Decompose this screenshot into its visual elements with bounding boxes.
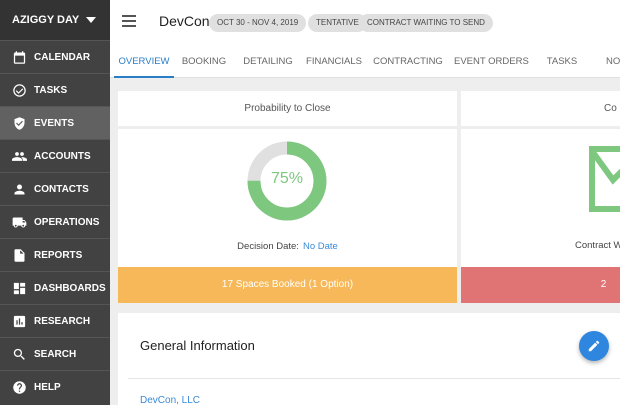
calendar-icon: [12, 50, 27, 65]
sidebar-item-label: DASHBOARDS: [34, 282, 106, 294]
decision-date-row: Decision Date: No Date: [118, 241, 457, 252]
decision-date-label: Decision Date:: [237, 241, 299, 252]
sidebar-item-help[interactable]: HELP: [0, 370, 110, 403]
tab-booking[interactable]: BOOKING: [176, 45, 232, 78]
caret-down-icon: [86, 17, 96, 23]
search-icon: [12, 347, 27, 362]
probability-percent: 75%: [270, 170, 304, 187]
sidebar-item-accounts[interactable]: ACCOUNTS: [0, 139, 110, 172]
general-info-card: [118, 313, 620, 405]
contract-title: Co: [604, 103, 617, 114]
divider: [128, 378, 620, 379]
sidebar-item-reports[interactable]: REPORTS: [0, 238, 110, 271]
tab-overview[interactable]: OVERVIEW: [114, 45, 174, 78]
tab-financials[interactable]: FINANCIALS: [303, 45, 365, 78]
help-icon: [12, 380, 27, 395]
people-icon: [12, 149, 27, 164]
tab-event-orders[interactable]: EVENT ORDERS: [454, 45, 529, 78]
general-info-title: General Information: [140, 338, 255, 353]
envelope-icon: [589, 146, 620, 212]
sidebar-item-label: REPORTS: [34, 249, 83, 261]
sidebar-item-label: HELP: [34, 381, 61, 393]
sidebar-item-label: RESEARCH: [34, 315, 91, 327]
date-range-chip: OCT 30 - NOV 4, 2019: [209, 14, 307, 32]
tasks-banner[interactable]: 2 Tasks: [461, 267, 620, 326]
tab-bar: OVERVIEW BOOKING DETAILING FINANCIALS CO…: [110, 45, 620, 78]
spaces-booked-banner[interactable]: 17 Spaces Booked (1 Option): [118, 267, 457, 303]
sidebar-item-label: OPERATIONS: [34, 216, 100, 228]
sidebar-item-events[interactable]: EVENTS: [0, 106, 110, 139]
tab-contracting[interactable]: CONTRACTING: [372, 45, 444, 78]
page-title: DevCon: [159, 13, 210, 29]
decision-date-link[interactable]: No Date: [303, 241, 338, 252]
shield-icon: [12, 116, 27, 131]
status-chip[interactable]: TENTATIVE: [308, 14, 367, 32]
contract-label: Contract W: [575, 240, 620, 251]
sidebar-item-label: TASKS: [34, 84, 68, 96]
tab-detailing[interactable]: DETAILING: [238, 45, 298, 78]
workspace-name: AZIGGY DAY: [12, 14, 80, 26]
check-circle-icon: [12, 83, 27, 98]
sidebar-item-label: SEARCH: [34, 348, 77, 360]
contract-status-chip[interactable]: CONTRACT WAITING TO SEND: [359, 14, 493, 32]
edit-button[interactable]: [579, 331, 609, 361]
sidebar-item-search[interactable]: SEARCH: [0, 337, 110, 370]
truck-icon: [12, 215, 27, 230]
workspace-switcher[interactable]: AZIGGY DAY: [0, 0, 110, 40]
person-icon: [12, 182, 27, 197]
chart-icon: [12, 314, 27, 329]
sidebar-item-tasks[interactable]: TASKS: [0, 73, 110, 106]
tab-notes[interactable]: NO: [606, 45, 620, 78]
sidebar-item-calendar[interactable]: CALENDAR: [0, 40, 110, 73]
sidebar-item-label: ACCOUNTS: [34, 150, 91, 162]
sidebar: AZIGGY DAY CALENDAR TASKS EVENTS ACCOUNT…: [0, 0, 110, 405]
sidebar-item-contacts[interactable]: CONTACTS: [0, 172, 110, 205]
probability-title: Probability to Close: [244, 103, 331, 114]
sidebar-item-operations[interactable]: OPERATIONS: [0, 205, 110, 238]
sidebar-item-label: CONTACTS: [34, 183, 89, 195]
pencil-icon: [588, 340, 600, 352]
sidebar-item-label: CALENDAR: [34, 51, 91, 63]
document-icon: [12, 248, 27, 263]
hamburger-menu-icon[interactable]: [122, 15, 136, 27]
company-link[interactable]: DevCon, LLC: [140, 395, 200, 405]
event-header: DevCon OCT 30 - NOV 4, 2019 TENTATIVE CO…: [110, 0, 620, 78]
sidebar-item-dashboards[interactable]: DASHBOARDS: [0, 271, 110, 304]
sidebar-item-label: EVENTS: [34, 117, 75, 129]
dashboard-icon: [12, 281, 27, 296]
sidebar-item-research[interactable]: RESEARCH: [0, 304, 110, 337]
contract-card-header: [461, 91, 620, 126]
tab-tasks[interactable]: TASKS: [542, 45, 582, 78]
